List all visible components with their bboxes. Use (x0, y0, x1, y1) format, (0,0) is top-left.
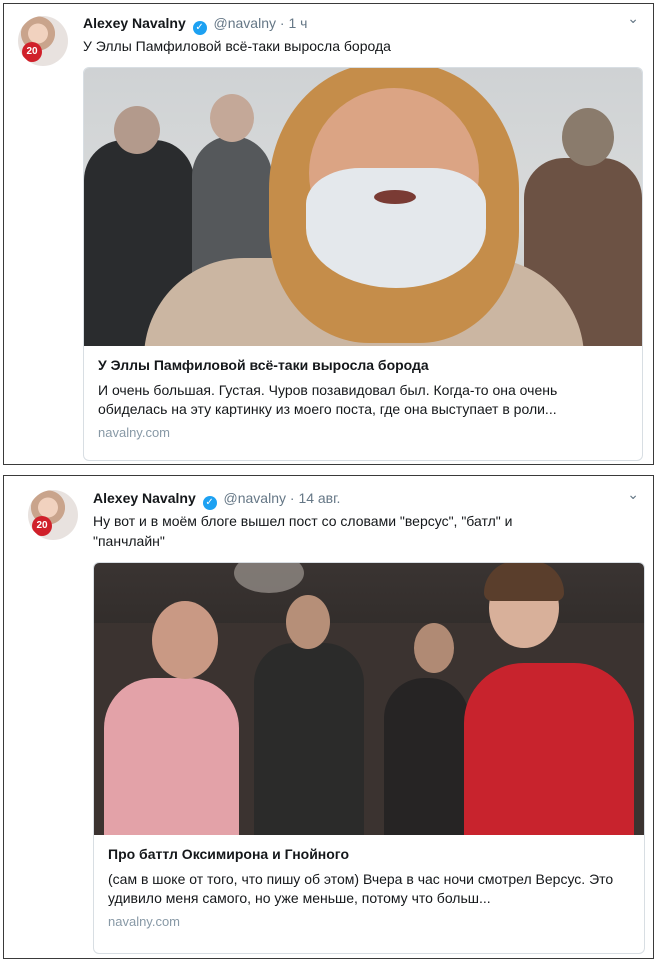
stage-light (234, 563, 304, 593)
verified-badge-icon: ✓ (192, 21, 207, 35)
card-description: И очень большая. Густая. Чуров позавидов… (98, 382, 558, 417)
link-card[interactable]: У Эллы Памфиловой всё-таки выросла бород… (83, 67, 643, 461)
avatar-badge: 20 (32, 516, 52, 536)
author-name[interactable]: Alexey Navalny (93, 490, 196, 506)
tweet-2[interactable]: 20 Alexey Navalny ✓ @navalny · 14 авг. ⌄… (3, 475, 654, 959)
chevron-down-icon[interactable]: ⌄ (627, 486, 639, 503)
link-card[interactable]: Про баттл Оксимирона и Гнойного (сам в ш… (93, 562, 645, 954)
subject-mouth (374, 190, 416, 204)
chevron-down-icon[interactable]: ⌄ (627, 10, 639, 27)
performer-right-body (464, 663, 634, 835)
card-body: У Эллы Памфиловой всё-таки выросла бород… (84, 346, 642, 450)
performer-left-body (104, 678, 239, 835)
tweet-1[interactable]: 20 Alexey Navalny ✓ @navalny · 1 ч ⌄ У Э… (3, 3, 654, 465)
subject-beard (306, 168, 486, 288)
card-image (84, 68, 642, 346)
bystander (384, 678, 469, 835)
tweet-text: У Эллы Памфиловой всё-таки выросла бород… (83, 38, 391, 54)
avatar-badge: 20 (22, 42, 42, 62)
author-name[interactable]: Alexey Navalny (83, 15, 186, 31)
tweet-timestamp[interactable]: 1 ч (288, 15, 307, 31)
bystander-head (286, 595, 330, 649)
card-title[interactable]: У Эллы Памфиловой всё-таки выросла бород… (98, 356, 628, 375)
card-title[interactable]: Про баттл Оксимирона и Гнойного (108, 845, 630, 864)
author-avatar[interactable]: 20 (28, 490, 78, 540)
separator: · (289, 490, 295, 506)
card-body: Про баттл Оксимирона и Гнойного (сам в ш… (94, 835, 644, 939)
card-description: (сам в шоке от того, что пишу об этом) В… (108, 871, 614, 906)
tweet-text: Ну вот и в моём блоге вышел пост со слов… (93, 513, 513, 549)
performer-right-hair (484, 563, 564, 601)
background-person-head (114, 106, 160, 154)
background-person-head (562, 108, 614, 166)
author-avatar[interactable]: 20 (18, 16, 68, 66)
card-image (94, 563, 644, 835)
tweet-header: Alexey Navalny ✓ @navalny · 14 авг. (93, 489, 340, 510)
performer-left-head (152, 601, 218, 679)
author-handle[interactable]: @navalny (224, 490, 286, 506)
card-domain[interactable]: navalny.com (108, 914, 630, 929)
background-person-head (210, 94, 254, 142)
author-handle[interactable]: @navalny (214, 15, 276, 31)
bystander (254, 643, 364, 835)
card-domain[interactable]: navalny.com (98, 425, 628, 440)
separator: · (279, 15, 285, 31)
tweet-header: Alexey Navalny ✓ @navalny · 1 ч (83, 14, 307, 35)
tweet-timestamp[interactable]: 14 авг. (298, 490, 340, 506)
bystander-head (414, 623, 454, 673)
verified-badge-icon: ✓ (202, 496, 217, 510)
